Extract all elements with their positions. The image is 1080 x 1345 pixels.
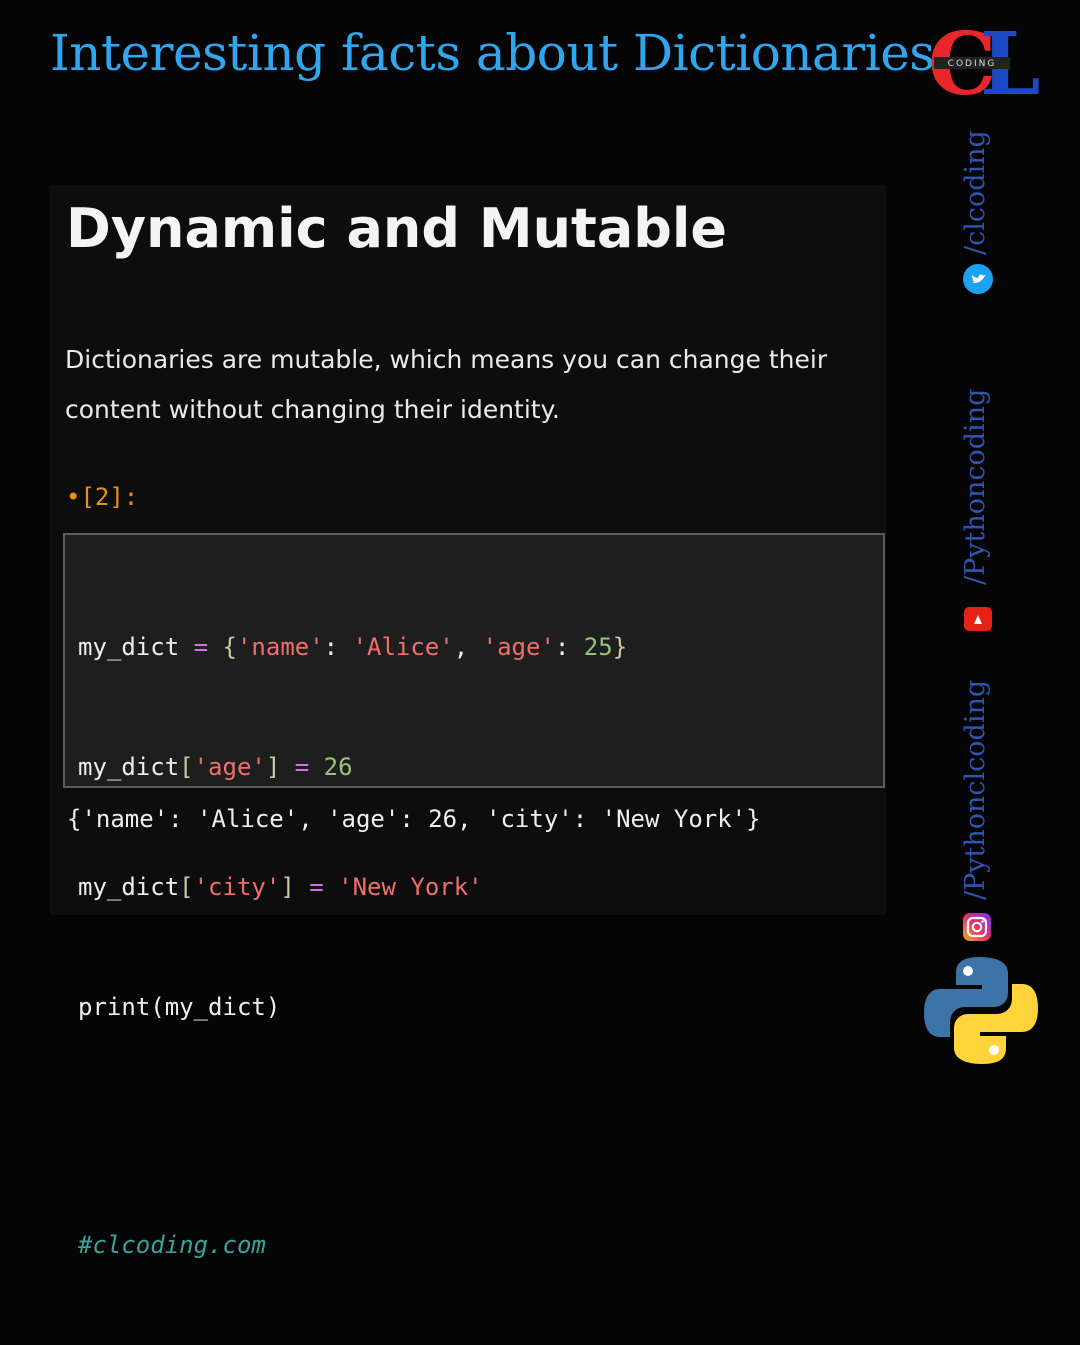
twitter-icon[interactable] bbox=[963, 264, 993, 294]
logo-tagline: CODING bbox=[948, 59, 997, 69]
instagram-handle[interactable]: /Pythonclcoding bbox=[960, 680, 991, 900]
banner-title: Interesting facts about Dictionaries bbox=[50, 24, 935, 82]
code-line-3: my_dict['city'] = 'New York' bbox=[78, 873, 483, 901]
python-logo-icon bbox=[924, 957, 1038, 1064]
code-line-1: my_dict = {'name': 'Alice', 'age': 25} bbox=[78, 633, 628, 661]
cell-prompt: •[2]: bbox=[66, 483, 139, 511]
code-cell[interactable]: my_dict = {'name': 'Alice', 'age': 25} m… bbox=[63, 533, 885, 1259]
code-comment: #clcoding.com bbox=[78, 1231, 266, 1259]
twitter-handle[interactable]: /clcoding bbox=[960, 130, 991, 255]
cl-logo: C L CODING bbox=[928, 24, 1040, 100]
youtube-handle[interactable]: /Pythoncoding bbox=[960, 389, 991, 585]
notebook-panel: Dynamic and Mutable Dictionaries are mut… bbox=[50, 185, 886, 1259]
cell-output: {'name': 'Alice', 'age': 26, 'city': 'Ne… bbox=[67, 805, 761, 833]
youtube-icon[interactable] bbox=[964, 604, 994, 634]
section-heading: Dynamic and Mutable bbox=[66, 197, 728, 260]
code-block: my_dict = {'name': 'Alice', 'age': 25} m… bbox=[78, 547, 627, 1345]
description-text: Dictionaries are mutable, which means yo… bbox=[65, 345, 828, 424]
code-line-4: print(my_dict) bbox=[78, 993, 281, 1021]
instagram-icon[interactable] bbox=[962, 912, 992, 942]
code-line-2: my_dict['age'] = 26 bbox=[78, 753, 353, 781]
